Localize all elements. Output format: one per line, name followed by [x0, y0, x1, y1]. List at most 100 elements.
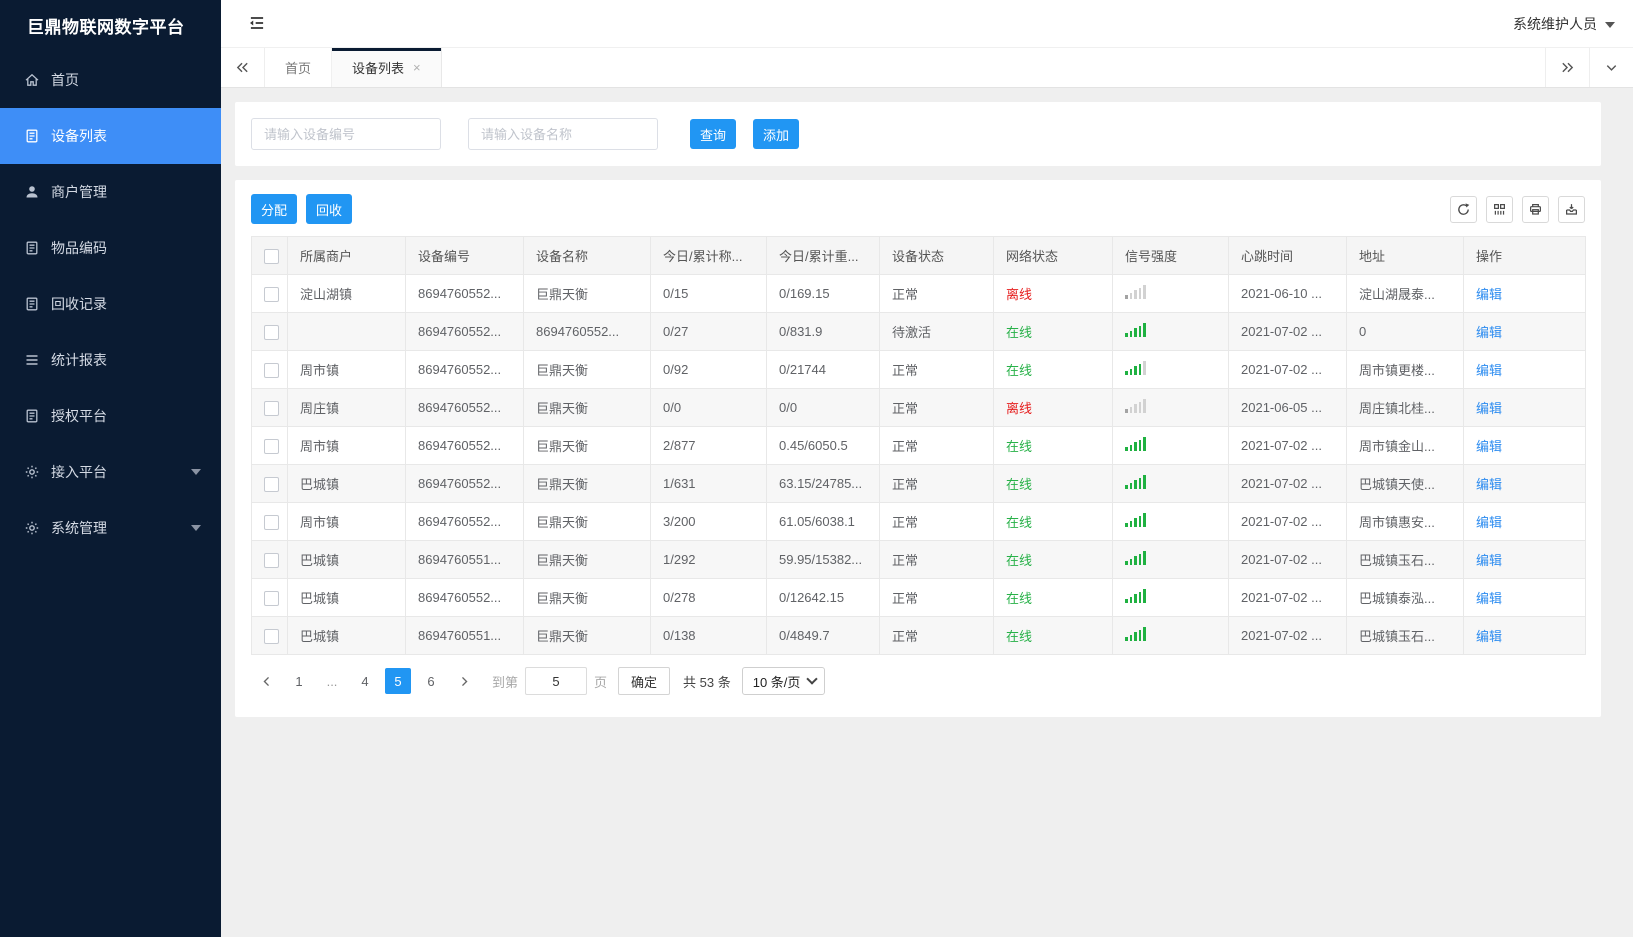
recycle-button[interactable]: 回收 [306, 194, 353, 224]
device-name-cell: 巨鼎天衡 [523, 616, 651, 655]
edit-link[interactable]: 编辑 [1476, 287, 1502, 302]
action-cell: 编辑 [1463, 312, 1586, 351]
today-weight-cell: 0.45/6050.5 [766, 426, 880, 465]
edit-link[interactable]: 编辑 [1476, 325, 1502, 340]
device-status-cell: 正常 [879, 502, 994, 541]
edit-link[interactable]: 编辑 [1476, 553, 1502, 568]
signal-cell [1112, 502, 1229, 541]
sidebar-item-label: 系统管理 [51, 520, 107, 536]
prev-page-button[interactable] [253, 668, 279, 694]
heartbeat-cell: 2021-07-02 ... [1228, 578, 1347, 617]
signal-cell [1112, 464, 1229, 503]
row-checkbox[interactable] [264, 362, 279, 378]
sidebar-item-3[interactable]: 物品编码 [0, 220, 221, 276]
today-count-cell: 0/0 [650, 388, 767, 427]
row-checkbox[interactable] [264, 514, 279, 530]
edit-link[interactable]: 编辑 [1476, 591, 1502, 606]
row-checkbox[interactable] [264, 286, 279, 302]
user-dropdown[interactable]: 系统维护人员 [1513, 14, 1615, 34]
tab-label: 设备列表 [352, 61, 405, 76]
page-size-value: 10 条/页 [752, 674, 801, 690]
sidebar-item-5[interactable]: 统计报表 [0, 332, 221, 388]
edit-link[interactable]: 编辑 [1476, 401, 1502, 416]
page-number-4[interactable]: 4 [352, 668, 378, 694]
row-checkbox[interactable] [264, 400, 279, 416]
sidebar-collapse-icon[interactable] [247, 13, 269, 35]
today-weight-cell: 0/4849.7 [766, 616, 880, 655]
sidebar-item-6[interactable]: 授权平台 [0, 388, 221, 444]
row-checkbox[interactable] [264, 628, 279, 644]
row-checkbox[interactable] [264, 324, 279, 340]
print-button[interactable] [1522, 195, 1549, 223]
sidebar-item-4[interactable]: 回收记录 [0, 276, 221, 332]
assign-button[interactable]: 分配 [251, 194, 298, 224]
signal-cell [1112, 540, 1229, 579]
tabs-scroll-left-button[interactable] [221, 48, 265, 87]
query-button[interactable]: 查询 [690, 119, 737, 149]
row-checkbox[interactable] [264, 476, 279, 492]
tabs-scroll-right-button[interactable] [1545, 48, 1589, 87]
device-name-cell: 巨鼎天衡 [523, 274, 651, 313]
device-status-cell: 正常 [879, 616, 994, 655]
sidebar-item-7[interactable]: 接入平台 [0, 444, 221, 500]
today-weight-cell: 63.15/24785... [766, 464, 880, 503]
edit-link[interactable]: 编辑 [1476, 629, 1502, 644]
columns-button[interactable] [1486, 195, 1513, 223]
doc-icon [24, 296, 40, 312]
next-page-button[interactable] [451, 668, 477, 694]
heartbeat-cell: 2021-07-02 ... [1228, 616, 1347, 655]
edit-link[interactable]: 编辑 [1476, 477, 1502, 492]
device-name-cell: 巨鼎天衡 [523, 388, 651, 427]
print-icon [1528, 202, 1543, 217]
confirm-page-button[interactable]: 确定 [618, 667, 671, 695]
today-count-cell: 1/631 [650, 464, 767, 503]
page-size-select[interactable]: 10 条/页 [741, 667, 826, 695]
today-count-cell: 3/200 [650, 502, 767, 541]
heartbeat-cell: 2021-07-02 ... [1228, 312, 1347, 351]
page-number-6[interactable]: 6 [418, 668, 444, 694]
device-name-cell: 巨鼎天衡 [523, 502, 651, 541]
device-name-input[interactable] [468, 118, 658, 150]
page-number-5[interactable]: 5 [385, 668, 411, 694]
device-no-input[interactable] [251, 118, 441, 150]
address-cell: 周市镇惠安... [1346, 502, 1464, 541]
select-all-checkbox[interactable] [264, 248, 279, 264]
tab-0[interactable]: 首页 [265, 48, 333, 87]
signal-strength-icon [1125, 589, 1146, 603]
export-button[interactable] [1558, 195, 1585, 223]
edit-link[interactable]: 编辑 [1476, 515, 1502, 530]
edit-link[interactable]: 编辑 [1476, 363, 1502, 378]
address-cell: 周市镇金山... [1346, 426, 1464, 465]
address-cell: 淀山湖晟泰... [1346, 274, 1464, 313]
row-checkbox[interactable] [264, 438, 279, 454]
column-header: 今日/累计称... [650, 236, 767, 275]
signal-strength-icon [1125, 399, 1146, 413]
device-name-cell: 巨鼎天衡 [523, 578, 651, 617]
page-number-1[interactable]: 1 [286, 668, 312, 694]
tab-1[interactable]: 设备列表 [332, 48, 442, 87]
tab-close-icon[interactable] [413, 61, 421, 74]
table-row: 8694760552... 8694760552... 0/27 0/831.9 待激活… [251, 312, 1586, 351]
table-header-row: 所属商户 设备编号 设备名称 今日/累计称... 今日/累计重... 设备状态 网络状态 信号… [251, 236, 1586, 275]
row-checkbox[interactable] [264, 552, 279, 568]
refresh-button[interactable] [1450, 195, 1477, 223]
today-count-cell: 2/877 [650, 426, 767, 465]
pagination: 1... 456 到第 页 确定 共 53 条 10 条/页 [251, 655, 1585, 707]
goto-page-input[interactable] [525, 667, 588, 695]
row-checkbox[interactable] [264, 590, 279, 606]
signal-strength-icon [1125, 323, 1146, 337]
device-name-cell: 8694760552... [523, 312, 651, 351]
address-cell: 巴城镇玉石... [1346, 540, 1464, 579]
edit-link[interactable]: 编辑 [1476, 439, 1502, 454]
add-button[interactable]: 添加 [753, 119, 800, 149]
action-cell: 编辑 [1463, 426, 1586, 465]
gear-icon [24, 520, 40, 536]
row-select-cell [251, 388, 288, 427]
tabs-menu-button[interactable] [1589, 48, 1633, 87]
sidebar-item-1[interactable]: 设备列表 [0, 108, 221, 164]
tabbar-spacer [442, 48, 1545, 87]
sidebar-item-8[interactable]: 系统管理 [0, 500, 221, 556]
column-header: 操作 [1463, 236, 1586, 275]
sidebar-item-2[interactable]: 商户管理 [0, 164, 221, 220]
sidebar-item-0[interactable]: 首页 [0, 52, 221, 108]
